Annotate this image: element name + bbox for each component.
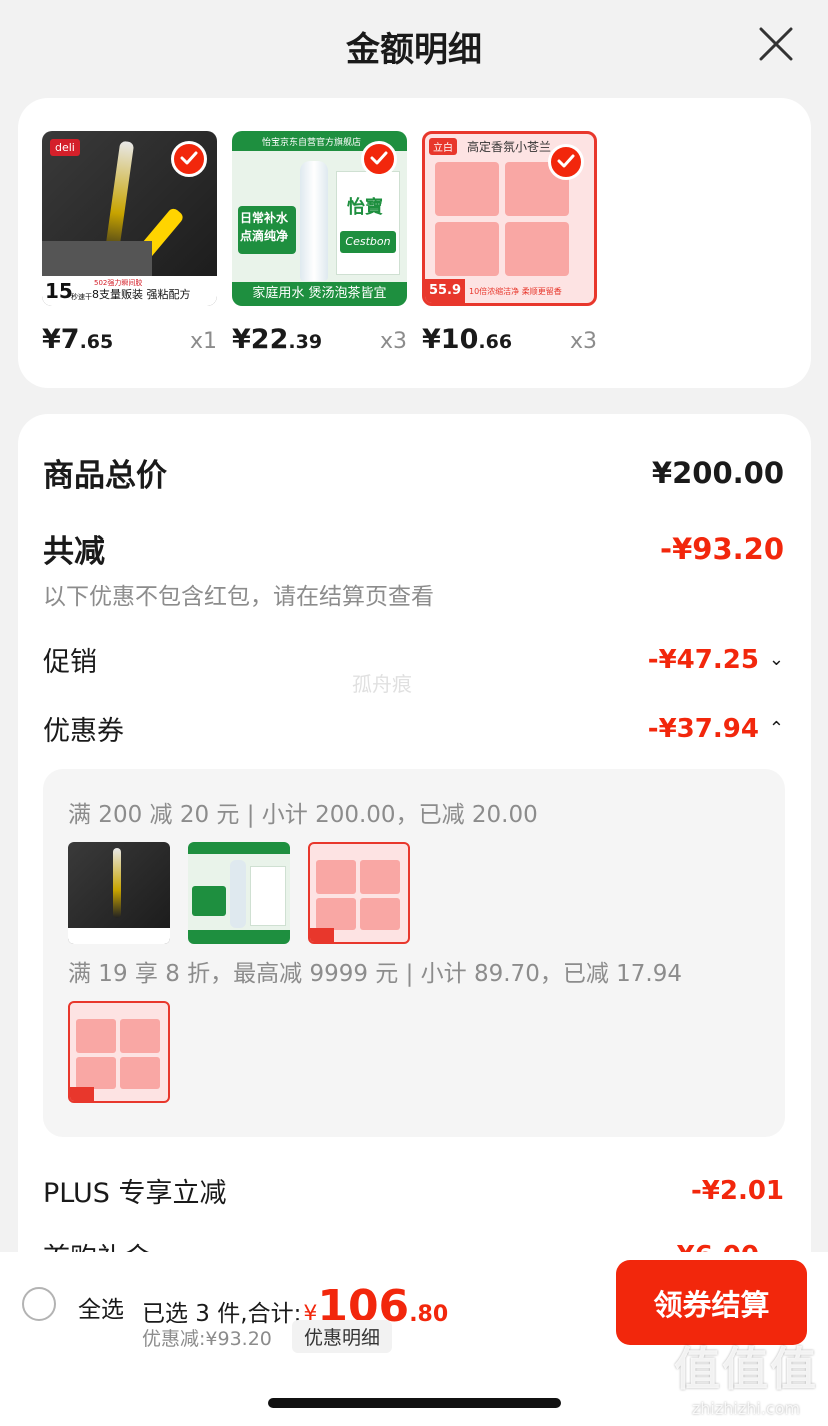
- promo-number: 15: [45, 279, 73, 303]
- checked-icon[interactable]: [171, 141, 207, 177]
- chevron-up-icon[interactable]: ⌃: [769, 718, 784, 739]
- price-row: ¥10.66 x3: [422, 324, 597, 355]
- store-name: 怡宝京东自营官方旗舰店: [262, 138, 362, 148]
- coupon-rule: 满 200 减 20 元 | 小计 200.00，已减 20.00: [68, 802, 538, 828]
- home-indicator: [268, 1398, 561, 1408]
- watermark: 孤舟痕: [352, 672, 412, 696]
- price-row: ¥7.65 x1: [42, 324, 217, 355]
- coupon-value: -¥37.94 ⌃: [647, 713, 784, 744]
- amount-detail-card: 商品总价 ¥200.00 共减 -¥93.20 以下优惠不包含红包，请在结算页查…: [18, 414, 811, 1314]
- plus-value: -¥2.01: [690, 1175, 784, 1206]
- product-thumbnail: 怡宝京东自营官方旗舰店 日常补水 点滴纯净 怡寶 Cestbon 家庭用水 煲汤…: [232, 131, 407, 306]
- detergent-pack-image: [505, 222, 569, 276]
- total-row: 商品总价 ¥200.00: [43, 450, 784, 495]
- product-item[interactable]: deli 15 秒速干 8支量贩装 强粘配方 502强力瞬间胶 ¥7.65 x1: [42, 131, 217, 355]
- reduce-note: 以下优惠不包含红包，请在结算页查看: [43, 584, 434, 610]
- select-all-label[interactable]: 全选: [78, 1290, 124, 1324]
- site-watermark: 值值值 zhizhizhi.com: [674, 1333, 818, 1418]
- close-icon[interactable]: [758, 26, 794, 62]
- select-all-radio[interactable]: [22, 1287, 56, 1321]
- reduce-value: -¥93.20: [660, 531, 784, 566]
- plus-row: PLUS 专享立减 -¥2.01: [43, 1171, 784, 1210]
- product-quantity: x3: [569, 329, 597, 354]
- coupon-rule: 满 19 享 8 折，最高减 9999 元 | 小计 89.70，已减 17.9…: [68, 961, 682, 987]
- discount-summary: 优惠减:¥93.20: [142, 1328, 272, 1350]
- brand-logo: deli: [50, 139, 80, 156]
- reduce-row: 共减 -¥93.20: [43, 526, 784, 571]
- page-title: 金额明细: [346, 30, 482, 70]
- product-list-card: deli 15 秒速干 8支量贩装 强粘配方 502强力瞬间胶 ¥7.65 x1…: [18, 98, 811, 388]
- product-thumbnail: deli 15 秒速干 8支量贩装 强粘配方 502强力瞬间胶: [42, 131, 217, 306]
- discount-detail-button[interactable]: 优惠明细: [292, 1320, 393, 1353]
- detergent-pack-image: [435, 222, 499, 276]
- promo-value: -¥47.25 ⌄: [647, 644, 784, 675]
- promo-row[interactable]: 促销 -¥47.25 ⌄: [43, 640, 784, 679]
- coupon-product-thumbnail: [308, 842, 410, 944]
- product-item[interactable]: 立白 高定香氛小苍兰 55.9 10倍浓缩洁净 柔顺更留香 ¥10.66 x3: [422, 131, 597, 355]
- total-value: ¥200.00: [651, 455, 784, 490]
- water-bottle-image: [300, 161, 328, 281]
- coupon-product-thumbnail: [68, 1001, 170, 1103]
- product-price: ¥7.65: [42, 324, 114, 355]
- product-price: ¥22.39: [232, 324, 323, 355]
- brand-logo: 立白: [429, 138, 457, 155]
- product-quantity: x3: [379, 329, 407, 354]
- reduce-label: 共减: [43, 534, 105, 570]
- watermark-logo: 值值值: [674, 1342, 818, 1396]
- coupon-row[interactable]: 优惠券 -¥37.94 ⌃: [43, 709, 784, 748]
- coupon-product-thumbnail: [188, 842, 290, 944]
- product-quantity: x1: [189, 329, 217, 354]
- product-price: ¥10.66: [422, 324, 513, 355]
- checked-icon[interactable]: [361, 141, 397, 177]
- sheet-header: 金额明细: [0, 0, 828, 95]
- product-item[interactable]: 怡宝京东自营官方旗舰店 日常补水 点滴纯净 怡寶 Cestbon 家庭用水 煲汤…: [232, 131, 407, 355]
- product-thumbnail: 立白 高定香氛小苍兰 55.9 10倍浓缩洁净 柔顺更留香: [422, 131, 597, 306]
- checked-icon[interactable]: [548, 144, 584, 180]
- promo-price: 55.9: [425, 279, 465, 303]
- coupon-label: 优惠券: [43, 716, 124, 747]
- coupon-product-thumbnail: [68, 842, 170, 944]
- promo-label: 促销: [43, 647, 97, 678]
- coupon-detail-box: 满 200 减 20 元 | 小计 200.00，已减 20.00 满 19 享…: [43, 769, 785, 1137]
- watermark-site: zhizhizhi.com: [691, 1399, 801, 1418]
- promo-caption: 家庭用水 煲汤泡茶皆宜: [232, 282, 407, 306]
- chevron-down-icon[interactable]: ⌄: [769, 649, 784, 670]
- stone-image: [42, 241, 152, 281]
- plus-label: PLUS 专享立减: [43, 1178, 227, 1209]
- total-label: 商品总价: [43, 458, 167, 494]
- detergent-pack-image: [435, 162, 499, 216]
- brand-logo: 怡寶: [347, 197, 383, 218]
- price-row: ¥22.39 x3: [232, 324, 407, 355]
- promo-caption: 8支量贩装 强粘配方: [92, 288, 191, 301]
